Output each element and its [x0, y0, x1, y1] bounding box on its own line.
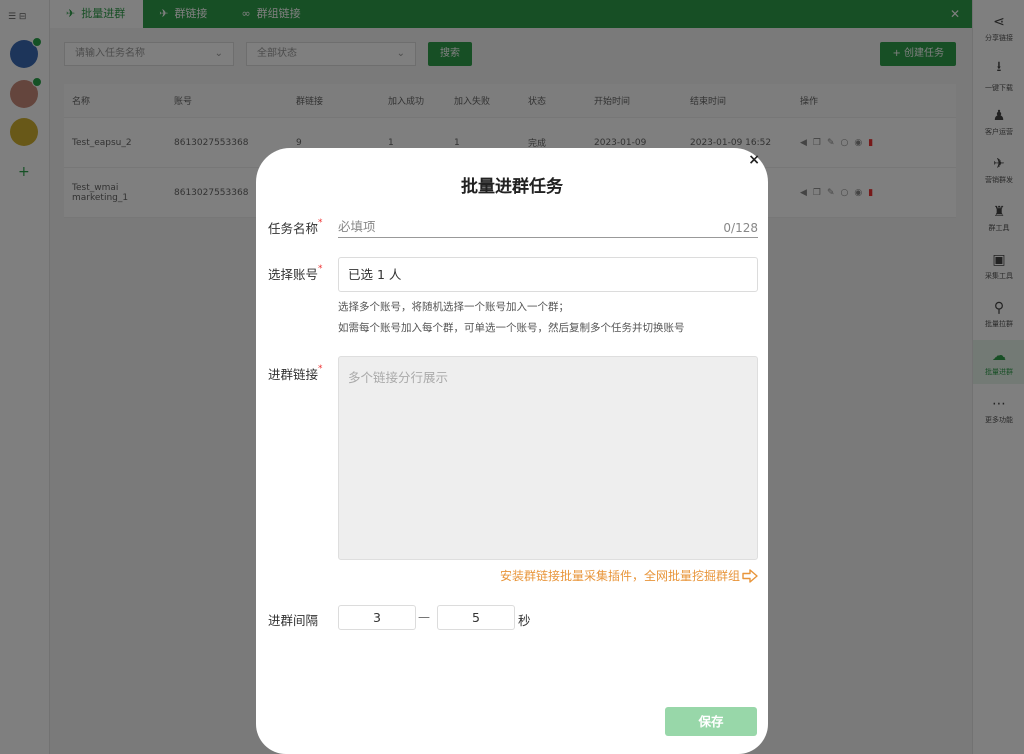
task-name-label: 任务名称*: [268, 218, 323, 236]
range-dash: —: [418, 610, 430, 624]
install-plugin-link[interactable]: 安装群链接批量采集插件，全网批量挖掘群组: [500, 567, 758, 584]
char-counter: 0/128: [723, 221, 758, 235]
close-icon[interactable]: ×: [748, 152, 760, 168]
arrow-right-icon: [742, 568, 758, 583]
interval-min-input[interactable]: 3: [338, 605, 416, 630]
account-select[interactable]: 已选 1 人: [338, 257, 758, 292]
interval-label: 进群间隔: [268, 613, 319, 628]
group-links-textarea[interactable]: 多个链接分行展示: [338, 356, 758, 560]
account-hint: 如需每个账号加入每个群，可单选一个账号，然后复制多个任务并切换账号: [338, 322, 685, 334]
interval-max-input[interactable]: 5: [437, 605, 515, 630]
required-mark: *: [318, 264, 323, 274]
required-mark: *: [318, 218, 323, 228]
save-button[interactable]: 保存: [665, 707, 757, 736]
interval-unit: 秒: [518, 613, 531, 628]
account-label: 选择账号*: [268, 264, 323, 282]
account-hint: 选择多个账号，将随机选择一个账号加入一个群；: [338, 301, 569, 313]
batch-join-dialog: × 批量进群任务 任务名称* 必填项 0/128 选择账号* 已选 1 人 选择…: [256, 148, 768, 754]
task-name-placeholder: 必填项: [338, 219, 376, 234]
links-label: 进群链接*: [268, 364, 323, 382]
required-mark: *: [318, 364, 323, 374]
task-name-input[interactable]: 必填项 0/128: [338, 218, 758, 238]
dialog-title: 批量进群任务: [461, 177, 563, 197]
